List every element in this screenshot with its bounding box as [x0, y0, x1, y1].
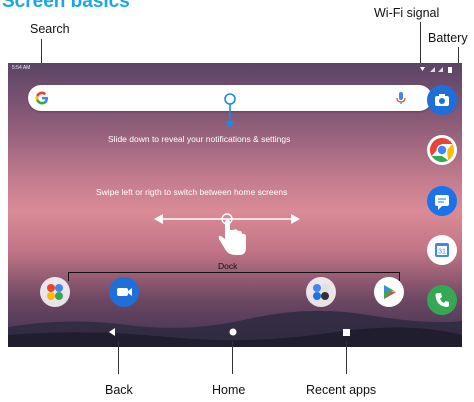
svg-text:31: 31	[438, 249, 446, 256]
home-icon[interactable]	[229, 328, 237, 336]
microphone-icon[interactable]	[394, 91, 408, 105]
recent-apps-callout: Recent apps	[306, 383, 377, 397]
play-store-icon[interactable]	[374, 277, 404, 307]
google-folder-icon[interactable]	[40, 277, 70, 307]
slide-down-hint: Slide down to reveal your notifications …	[108, 134, 291, 144]
signal-icon-2	[438, 67, 443, 72]
home-leader-line	[232, 341, 233, 374]
slide-down-arrow-icon	[224, 93, 236, 128]
messages-icon[interactable]	[427, 186, 457, 216]
google-logo-icon	[35, 91, 48, 105]
page-heading: Screen basics	[2, 0, 130, 12]
status-icons	[420, 67, 452, 73]
wifi-leader-line	[420, 22, 421, 66]
status-time: 5:54 AM	[12, 65, 31, 71]
back-icon[interactable]	[109, 328, 115, 336]
phone-app-icon[interactable]	[427, 285, 457, 315]
recent-apps-icon[interactable]	[343, 329, 350, 336]
battery-icon	[448, 67, 452, 73]
duo-video-icon[interactable]	[109, 277, 139, 307]
back-leader-line	[118, 341, 119, 374]
chrome-icon[interactable]	[427, 135, 457, 165]
swipe-hint: Swipe left or rigth to switch between ho…	[96, 187, 288, 197]
dock-label: Dock	[218, 261, 238, 271]
wifi-callout: Wi-Fi signal	[374, 6, 440, 20]
battery-callout: Battery	[428, 31, 468, 45]
navigation-bar	[109, 328, 350, 336]
wifi-icon	[420, 67, 425, 71]
tools-folder-icon[interactable]	[306, 277, 336, 307]
search-callout: Search	[30, 22, 70, 36]
home-callout: Home	[212, 383, 246, 397]
calendar-icon[interactable]: 31	[427, 235, 457, 265]
signal-icon	[430, 67, 435, 72]
device-screen: 5:54 AM Slide down to reveal your notifi…	[8, 63, 462, 347]
back-callout: Back	[105, 383, 133, 397]
recent-leader-line	[346, 341, 347, 374]
swipe-gesture-icon	[154, 213, 300, 255]
camera-app-icon[interactable]	[427, 85, 457, 115]
